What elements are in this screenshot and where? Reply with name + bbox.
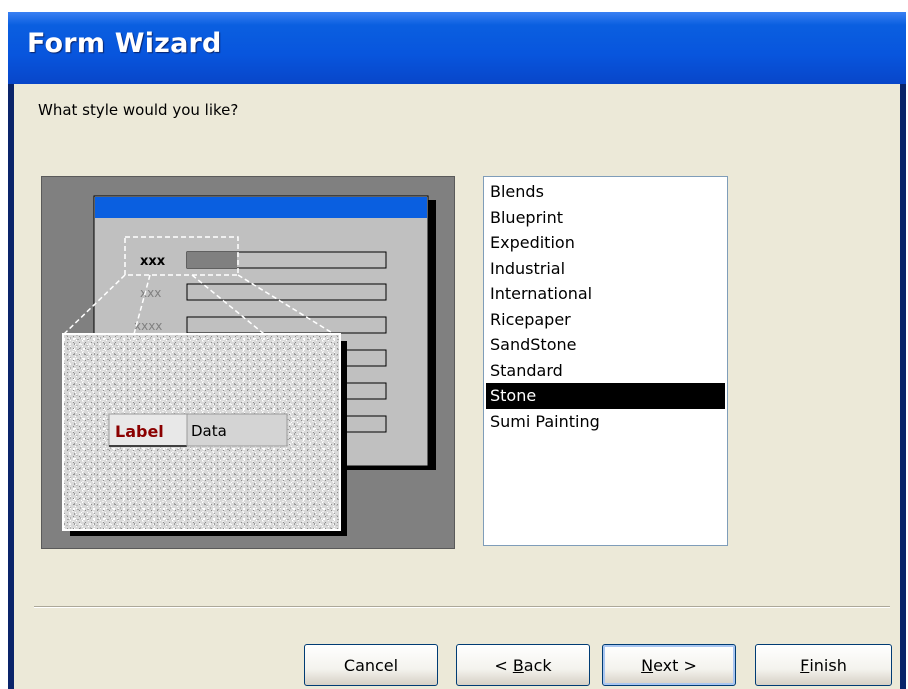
finish-button[interactable]: Finish [755, 644, 892, 686]
list-item-stone-selected[interactable]: Stone [486, 383, 725, 409]
list-item-expedition[interactable]: Expedition [486, 230, 725, 256]
next-button-rest: ext > [653, 655, 697, 675]
separator [34, 606, 890, 608]
preview-label-1: xxx [140, 254, 166, 269]
preview-label-2: xxx [140, 286, 161, 300]
dialog-body: What style would you like? xxx xxx xxxx … [14, 84, 900, 689]
list-item-blends[interactable]: Blends [486, 179, 725, 205]
list-item-ricepaper[interactable]: Ricepaper [486, 307, 725, 333]
list-item-sumi-painting[interactable]: Sumi Painting [486, 409, 725, 435]
back-button-rest: ack [523, 655, 552, 675]
list-item-international[interactable]: International [486, 281, 725, 307]
style-prompt: What style would you like? [38, 101, 239, 119]
preview-illustration: xxx xxx xxxx Label Data [62, 195, 436, 536]
finish-button-rest: inish [809, 655, 847, 675]
preview-zoom-label: Label [115, 422, 164, 441]
form-wizard-window: Form Wizard What style would you like? x… [8, 12, 906, 689]
title-bar[interactable]: Form Wizard [8, 12, 906, 84]
preview-zoom-data: Data [191, 422, 227, 440]
next-button[interactable]: Next > [602, 644, 736, 686]
style-listbox[interactable]: Blends Blueprint Expedition Industrial I… [483, 176, 728, 546]
window-title: Form Wizard [27, 28, 222, 59]
style-preview: xxx xxx xxxx Label Data [41, 176, 455, 549]
cancel-button[interactable]: Cancel [304, 644, 438, 686]
list-item-industrial[interactable]: Industrial [486, 256, 725, 282]
back-button-prefix: < [494, 655, 513, 675]
list-item-sandstone[interactable]: SandStone [486, 332, 725, 358]
cancel-button-label: Cancel [343, 655, 399, 675]
back-button[interactable]: < Back [456, 644, 590, 686]
finish-button-mnemonic: F [800, 655, 810, 675]
list-item-blueprint[interactable]: Blueprint [486, 205, 725, 231]
next-button-mnemonic: N [641, 655, 654, 675]
list-item-standard[interactable]: Standard [486, 358, 725, 384]
back-button-mnemonic: B [512, 655, 524, 675]
preview-label-3: xxxx [134, 319, 162, 333]
